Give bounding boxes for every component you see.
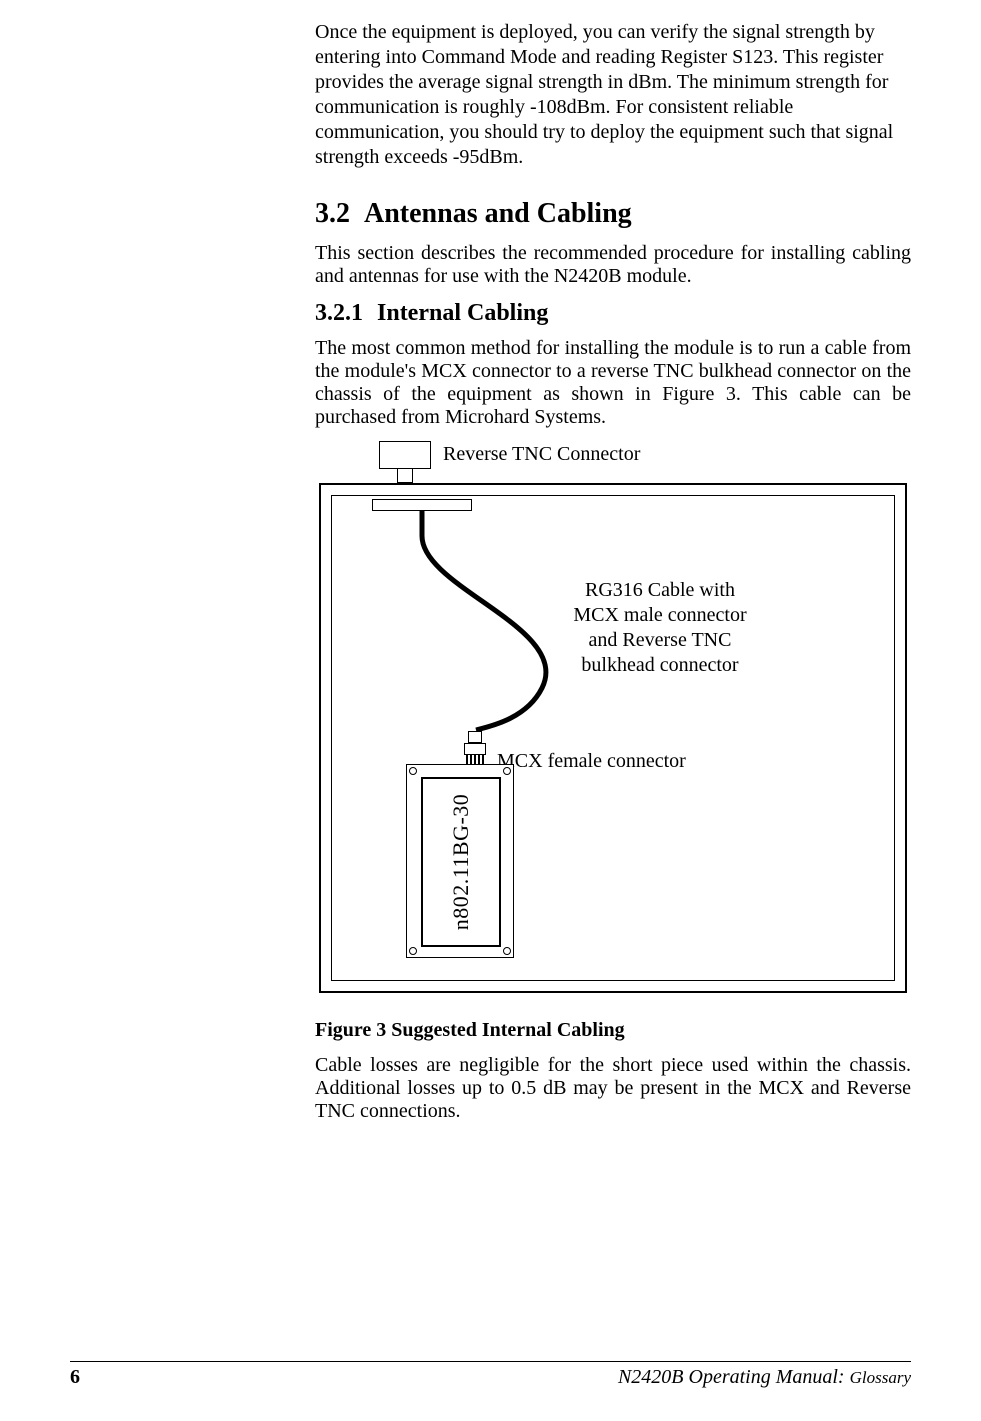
footer-title-sub: Glossary [850, 1368, 911, 1387]
footer-title-main: N2420B Operating Manual: [618, 1366, 850, 1388]
footer-title: N2420B Operating Manual: Glossary [618, 1366, 911, 1389]
subsection-paragraph: The most common method for installing th… [315, 337, 911, 429]
chassis-inner-box: RG316 Cable with MCX male connector and … [331, 495, 895, 981]
page-number: 6 [70, 1366, 80, 1389]
screw-hole-icon [409, 947, 417, 955]
section-heading: 3.2 Antennas and Cabling [315, 198, 911, 230]
tnc-label: Reverse TNC Connector [443, 443, 640, 466]
screw-hole-icon [503, 767, 511, 775]
mcx-plug-icon [462, 731, 488, 765]
subsection-title: Internal Cabling [377, 300, 548, 326]
screw-hole-icon [503, 947, 511, 955]
section-title: Antennas and Cabling [364, 198, 632, 229]
after-figure-paragraph: Cable losses are negligible for the shor… [315, 1054, 911, 1123]
screw-hole-icon [409, 767, 417, 775]
tnc-pillar-icon [397, 469, 413, 483]
module-label: n802.11BG-30 [448, 794, 474, 931]
module-chip: n802.11BG-30 [421, 777, 501, 947]
section-number: 3.2 [315, 198, 350, 229]
figure-caption: Figure 3 Suggested Internal Cabling [315, 1019, 911, 1042]
subsection-heading: 3.2.1 Internal Cabling [315, 300, 911, 327]
cable-curve-icon [362, 498, 622, 758]
intro-paragraph: Once the equipment is deployed, you can … [315, 20, 911, 170]
tnc-connector-icon [379, 441, 431, 469]
section-paragraph: This section describes the recommended p… [315, 242, 911, 288]
figure-diagram: Reverse TNC Connector RG316 Cable with M… [315, 441, 911, 1001]
page-footer: 6 N2420B Operating Manual: Glossary [70, 1361, 911, 1389]
module-board: n802.11BG-30 [406, 764, 514, 958]
subsection-number: 3.2.1 [315, 300, 363, 326]
chassis-box: RG316 Cable with MCX male connector and … [319, 483, 907, 993]
